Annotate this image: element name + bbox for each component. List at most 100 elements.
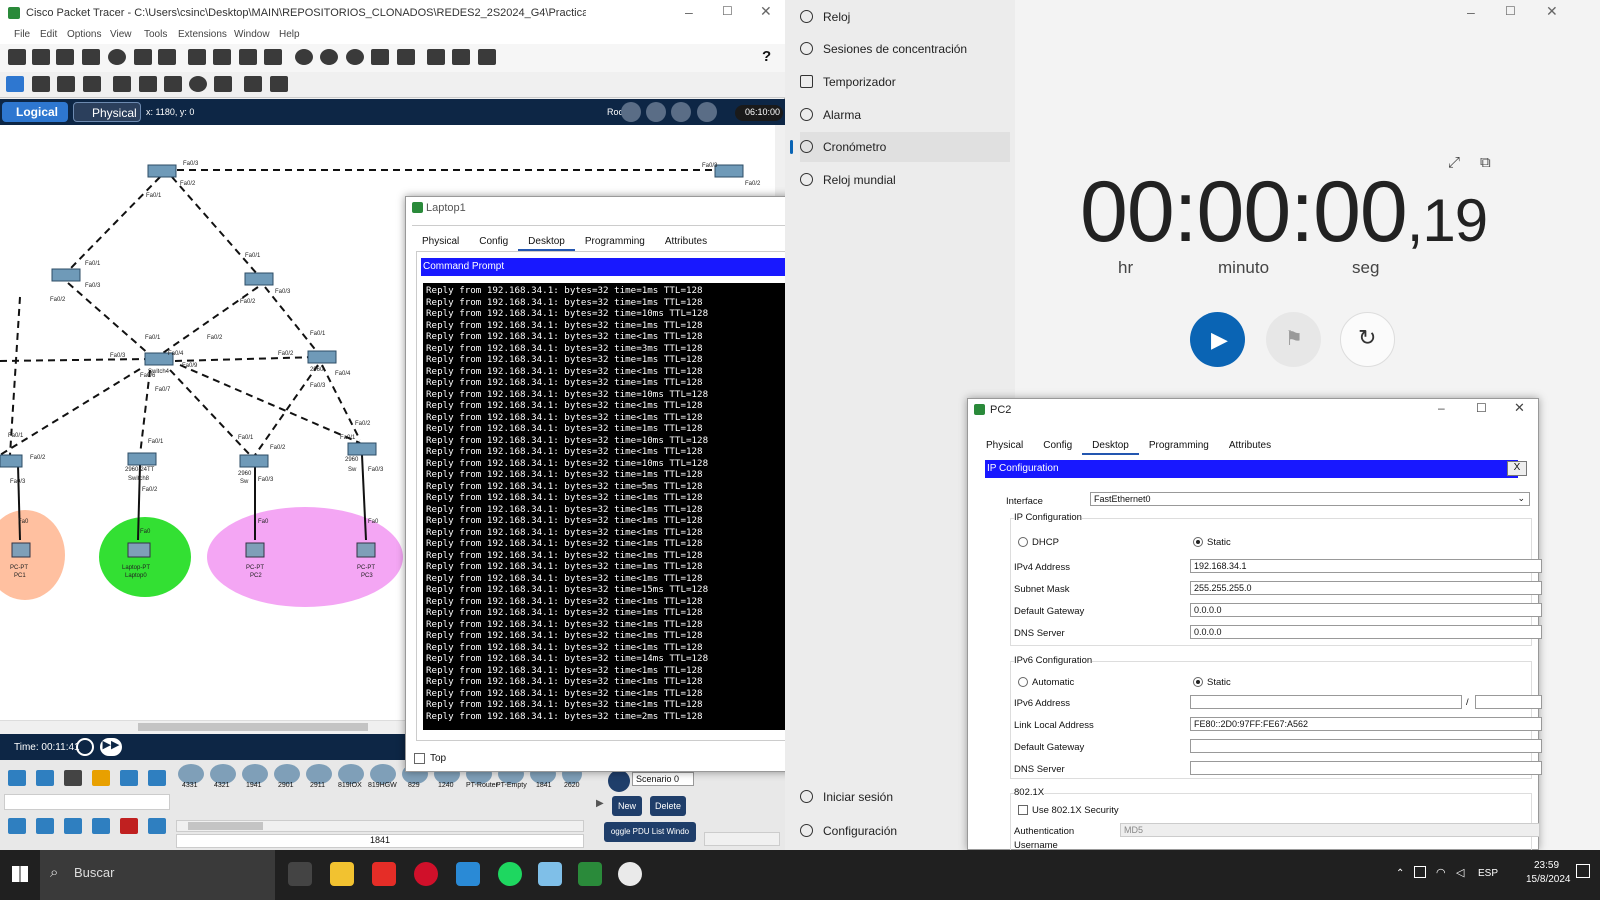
close-icon[interactable]: ✕ (1514, 400, 1525, 416)
hubs-icon[interactable] (64, 818, 82, 834)
tab-config[interactable]: Config (469, 234, 518, 249)
network-info-icon[interactable] (134, 49, 152, 65)
tab-programming[interactable]: Programming (1139, 438, 1219, 453)
minimize-icon[interactable]: – (1467, 4, 1475, 20)
wizard-icon[interactable] (158, 49, 176, 65)
minimize-icon[interactable]: – (685, 4, 693, 20)
close-icon[interactable]: ✕ (760, 3, 772, 20)
interface-select[interactable]: FastEthernet0 ⌄ (1090, 492, 1530, 506)
ellipse-icon[interactable] (189, 76, 207, 92)
maximize-icon[interactable]: ☐ (722, 4, 733, 18)
switch-icon[interactable] (51, 268, 81, 282)
menu-extensions[interactable]: Extensions (178, 29, 227, 40)
menu-window[interactable]: Window (234, 29, 270, 40)
opera-icon[interactable] (414, 862, 438, 886)
scroll-thumb[interactable] (138, 723, 368, 731)
drawing-palette-icon[interactable] (371, 49, 389, 65)
pc3-icon[interactable] (356, 542, 376, 558)
power-cycle-icon[interactable] (76, 738, 94, 756)
network-devices-icon[interactable] (8, 770, 26, 786)
save-icon[interactable] (56, 49, 74, 65)
ip-config-close-button[interactable]: X (1507, 461, 1527, 476)
top-checkbox[interactable] (414, 753, 425, 764)
reset-button[interactable]: ↻ (1340, 312, 1395, 367)
taskbar-search[interactable]: ⌕ Buscar (40, 850, 275, 900)
minimize-icon[interactable]: – (1438, 401, 1445, 415)
file-explorer-icon[interactable] (330, 862, 354, 886)
simple-pdu-icon[interactable] (244, 76, 262, 92)
ipv4-field[interactable]: 192.168.34.1 (1190, 559, 1542, 573)
language-indicator[interactable]: ESP (1478, 868, 1498, 879)
inspect-icon[interactable] (32, 76, 50, 92)
ipv6-prefix-field[interactable] (1475, 695, 1542, 709)
delete-icon[interactable] (57, 76, 75, 92)
zoom-out-icon[interactable] (346, 49, 364, 65)
new-file-icon[interactable] (8, 49, 26, 65)
use-8021x-checkbox[interactable] (1018, 805, 1028, 815)
nav-reloj[interactable]: Reloj (800, 2, 1010, 32)
static-radio[interactable] (1193, 537, 1203, 547)
freeform-icon[interactable] (214, 76, 232, 92)
switch-icon[interactable] (147, 164, 177, 178)
volume-icon[interactable]: ◁ (1456, 866, 1464, 879)
select-icon[interactable] (6, 76, 24, 92)
switches-icon[interactable] (36, 818, 54, 834)
router-icon[interactable] (274, 764, 300, 784)
connections-icon[interactable] (92, 770, 110, 786)
nav-stopwatch[interactable]: Cronómetro (790, 132, 1010, 162)
tab-attributes[interactable]: Attributes (655, 234, 717, 249)
fast-forward-icon[interactable]: ▶▶ (100, 738, 122, 756)
battery-icon[interactable] (1414, 866, 1426, 878)
nav-focus-sessions[interactable]: Sesiones de concentración (800, 34, 1010, 64)
cloud-icon[interactable] (646, 102, 666, 122)
move-icon[interactable] (671, 102, 691, 122)
viewport-icon[interactable] (697, 102, 717, 122)
laptop0-icon[interactable] (127, 542, 151, 558)
end-devices-icon[interactable] (36, 770, 54, 786)
nav-world-clock[interactable]: Reloj mundial (800, 165, 1010, 195)
paste-icon[interactable] (213, 49, 231, 65)
rectangle-icon[interactable] (164, 76, 182, 92)
physical-tab[interactable]: Physical (73, 102, 141, 122)
notepad-icon[interactable] (538, 862, 562, 886)
tab-config[interactable]: Config (1033, 438, 1082, 453)
taskbar-date[interactable]: 15/8/2024 (1526, 874, 1571, 885)
resize-icon[interactable] (83, 76, 101, 92)
menu-edit[interactable]: Edit (40, 29, 57, 40)
menu-file[interactable]: File (14, 29, 30, 40)
info-icon[interactable] (108, 49, 126, 65)
nav-alarm[interactable]: Alarma (800, 100, 1010, 130)
dhcp-radio[interactable] (1018, 537, 1028, 547)
authentication-select[interactable]: MD5 (1120, 823, 1540, 837)
security-icon[interactable] (120, 818, 138, 834)
router-icon[interactable] (210, 764, 236, 784)
wifi-icon[interactable]: ◠ (1436, 866, 1446, 879)
automatic-radio[interactable] (1018, 677, 1028, 687)
lap-button[interactable]: ⚑ (1266, 312, 1321, 367)
subnet-mask-field[interactable]: 255.255.255.0 (1190, 581, 1542, 595)
maximize-icon[interactable]: ☐ (1505, 4, 1516, 18)
multiuser-icon[interactable] (148, 770, 166, 786)
wireless-icon[interactable] (92, 818, 110, 834)
chevron-up-icon[interactable]: ⌃ (1396, 868, 1404, 879)
packet-tracer-taskbar-icon[interactable] (578, 862, 602, 886)
router-icon[interactable] (338, 764, 364, 784)
notification-icon[interactable] (1576, 864, 1590, 878)
document-icon[interactable] (427, 49, 445, 65)
open-folder-icon[interactable] (32, 49, 50, 65)
zoom-reset-icon[interactable] (320, 49, 338, 65)
components-icon[interactable] (64, 770, 82, 786)
complex-pdu-icon[interactable] (270, 76, 288, 92)
menu-view[interactable]: View (110, 29, 132, 40)
tab-physical[interactable]: Physical (976, 438, 1033, 453)
close-icon[interactable]: ✕ (1546, 3, 1558, 20)
spotify-icon[interactable] (498, 862, 522, 886)
print-icon[interactable] (82, 49, 100, 65)
switch-icon[interactable] (239, 454, 269, 468)
pc1-icon[interactable] (11, 542, 31, 558)
image-icon[interactable] (478, 49, 496, 65)
static6-radio[interactable] (1193, 677, 1203, 687)
logical-tab[interactable]: Logical (2, 102, 68, 122)
tab-physical[interactable]: Physical (412, 234, 469, 249)
scenario-select[interactable]: Scenario 0 (632, 772, 694, 786)
